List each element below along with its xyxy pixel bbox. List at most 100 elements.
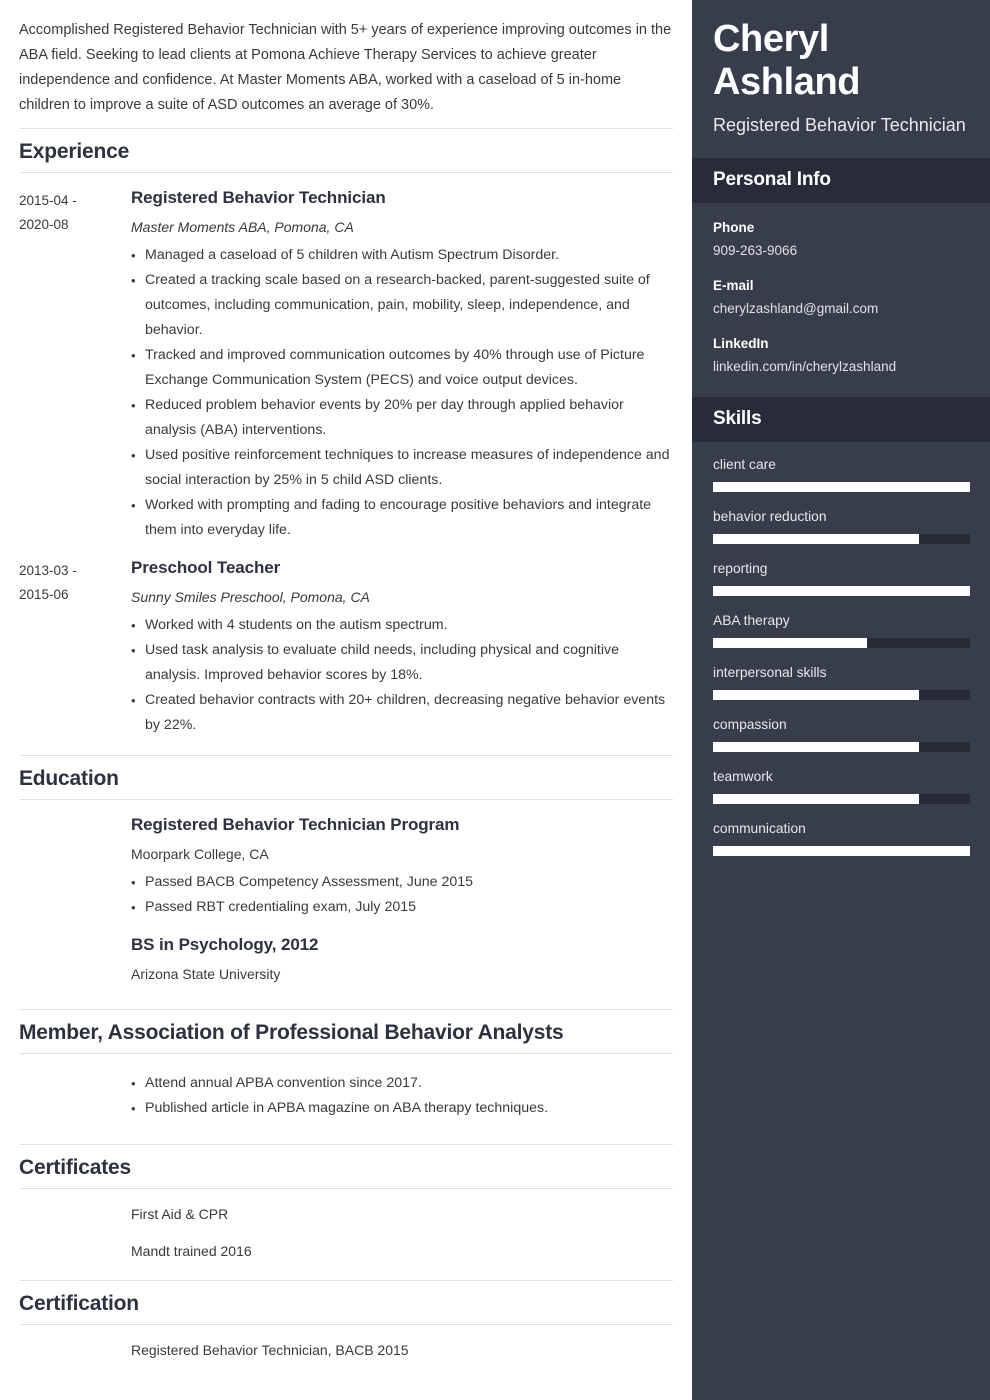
- list-item: Created a tracking scale based on a rese…: [131, 268, 673, 343]
- sidebar-section-title: Skills: [713, 408, 762, 429]
- sidebar-header: Cheryl Ashland Registered Behavior Techn…: [692, 0, 990, 158]
- education-entry: Registered Behavior Technician Program M…: [19, 800, 673, 920]
- skill-label: teamwork: [713, 769, 773, 784]
- entry-dates: [19, 813, 131, 816]
- entry-title: BS in Psychology, 2012: [131, 935, 319, 954]
- info-value-phone[interactable]: 909-263-9066: [713, 238, 969, 262]
- skill-label: ABA therapy: [713, 613, 790, 628]
- professional-summary: Accomplished Registered Behavior Technic…: [19, 22, 672, 113]
- list-item: Tracked and improved communication outco…: [131, 343, 673, 393]
- section-header-experience: Experience: [19, 128, 673, 173]
- entry-body: Attend annual APBA convention since 2017…: [131, 1067, 673, 1121]
- skill-level-fill: [713, 586, 970, 596]
- section-title: Certificates: [19, 1156, 131, 1179]
- certificate-label: First Aid & CPR: [131, 1206, 229, 1222]
- skill-level-track: [713, 690, 970, 700]
- skill-label: communication: [713, 821, 806, 836]
- personal-info-item: LinkedIn linkedin.com/in/cherylzashland: [713, 333, 969, 391]
- entry-subtitle: Sunny Smiles Preschool, Pomona, CA: [131, 589, 370, 605]
- entry-title: Registered Behavior Technician: [131, 188, 386, 207]
- section-title: Education: [19, 767, 119, 790]
- section-header-education: Education: [19, 755, 673, 800]
- skill-item: teamwork: [713, 766, 970, 818]
- list-item: Passed BACB Competency Assessment, June …: [131, 870, 673, 895]
- skill-level-fill: [713, 690, 919, 700]
- skill-label: behavior reduction: [713, 509, 827, 524]
- certificate-item: Mandt trained 2016: [19, 1226, 673, 1263]
- certification-label: Registered Behavior Technician, BACB 201…: [131, 1342, 409, 1358]
- skill-level-fill: [713, 638, 868, 648]
- skill-item: interpersonal skills: [713, 662, 970, 714]
- section-header-membership: Member, Association of Professional Beha…: [19, 1009, 673, 1054]
- skill-level-fill: [713, 846, 970, 856]
- experience-entry: 2015-04 -2020-08 Registered Behavior Tec…: [19, 173, 673, 543]
- candidate-name: Cheryl Ashland: [713, 18, 969, 104]
- skill-level-track: [713, 846, 970, 856]
- list-item: Created behavior contracts with 20+ chil…: [131, 688, 673, 738]
- sidebar-section-header-skills: Skills: [692, 397, 990, 442]
- resume-page: Accomplished Registered Behavior Technic…: [0, 0, 990, 1400]
- membership-entry: Attend annual APBA convention since 2017…: [19, 1054, 673, 1121]
- skill-label: reporting: [713, 561, 768, 576]
- skill-item: client care: [713, 454, 970, 506]
- info-label: Phone: [713, 220, 755, 235]
- entry-dates: [19, 933, 131, 936]
- list-item: Published article in APBA magazine on AB…: [131, 1096, 673, 1121]
- entry-title: Registered Behavior Technician Program: [131, 815, 460, 834]
- entry-body: BS in Psychology, 2012 Arizona State Uni…: [131, 933, 673, 986]
- list-item: Managed a caseload of 5 children with Au…: [131, 243, 673, 268]
- skill-level-track: [713, 794, 970, 804]
- info-label: LinkedIn: [713, 336, 769, 351]
- certificate-item: First Aid & CPR: [19, 1189, 673, 1226]
- skill-level-fill: [713, 534, 919, 544]
- entry-dates: [19, 1067, 131, 1070]
- section-header-certification: Certification: [19, 1280, 673, 1325]
- personal-info-item: Phone 909-263-9066: [713, 217, 969, 275]
- list-item: Used positive reinforcement techniques t…: [131, 443, 673, 493]
- sidebar-section-title: Personal Info: [713, 169, 831, 190]
- list-item: Worked with 4 students on the autism spe…: [131, 613, 673, 638]
- list-item: Reduced problem behavior events by 20% p…: [131, 393, 673, 443]
- skill-level-fill: [713, 742, 919, 752]
- candidate-first-name: Cheryl: [713, 18, 829, 60]
- entry-subtitle: Master Moments ABA, Pomona, CA: [131, 219, 354, 235]
- candidate-role: Registered Behavior Technician: [713, 115, 966, 135]
- list-item: Worked with prompting and fading to enco…: [131, 493, 673, 543]
- skill-level-track: [713, 742, 970, 752]
- section-experience: Experience 2015-04 -2020-08 Registered B…: [19, 128, 673, 752]
- skills-body: client care behavior reduction reporting…: [692, 442, 990, 870]
- section-membership: Member, Association of Professional Beha…: [19, 1009, 673, 1141]
- entry-subtitle: Arizona State University: [131, 966, 281, 982]
- skill-level-track: [713, 534, 970, 544]
- resume-main-column: Accomplished Registered Behavior Technic…: [0, 0, 692, 1400]
- list-item: Attend annual APBA convention since 2017…: [131, 1071, 673, 1096]
- skill-item: ABA therapy: [713, 610, 970, 662]
- skill-level-track: [713, 482, 970, 492]
- entry-title: Preschool Teacher: [131, 558, 281, 577]
- list-item: Passed RBT credentialing exam, July 2015: [131, 895, 673, 920]
- entry-body: Registered Behavior Technician Program M…: [131, 813, 673, 920]
- section-certificates: Certificates First Aid & CPR Mandt train…: [19, 1144, 673, 1277]
- education-entry: BS in Psychology, 2012 Arizona State Uni…: [19, 920, 673, 986]
- skill-level-fill: [713, 482, 970, 492]
- sidebar-section-header-personal-info: Personal Info: [692, 158, 990, 203]
- entry-subtitle: Moorpark College, CA: [131, 846, 269, 862]
- info-value-email[interactable]: cherylzashland@gmail.com: [713, 296, 969, 320]
- skill-level-track: [713, 586, 970, 596]
- entry-bullet-list: Managed a caseload of 5 children with Au…: [131, 239, 673, 543]
- skill-item: behavior reduction: [713, 506, 970, 558]
- skill-label: interpersonal skills: [713, 665, 827, 680]
- section-title: Member, Association of Professional Beha…: [19, 1021, 564, 1044]
- entry-body: Preschool Teacher Sunny Smiles Preschool…: [131, 556, 673, 738]
- info-value-linkedin[interactable]: linkedin.com/in/cherylzashland: [713, 354, 969, 378]
- skill-item: compassion: [713, 714, 970, 766]
- resume-sidebar: Cheryl Ashland Registered Behavior Techn…: [692, 0, 990, 1400]
- section-certification: Certification Registered Behavior Techni…: [19, 1280, 673, 1362]
- personal-info-body: Phone 909-263-9066 E-mail cherylzashland…: [692, 203, 990, 397]
- section-title: Certification: [19, 1292, 139, 1315]
- section-education: Education Registered Behavior Technician…: [19, 755, 673, 1006]
